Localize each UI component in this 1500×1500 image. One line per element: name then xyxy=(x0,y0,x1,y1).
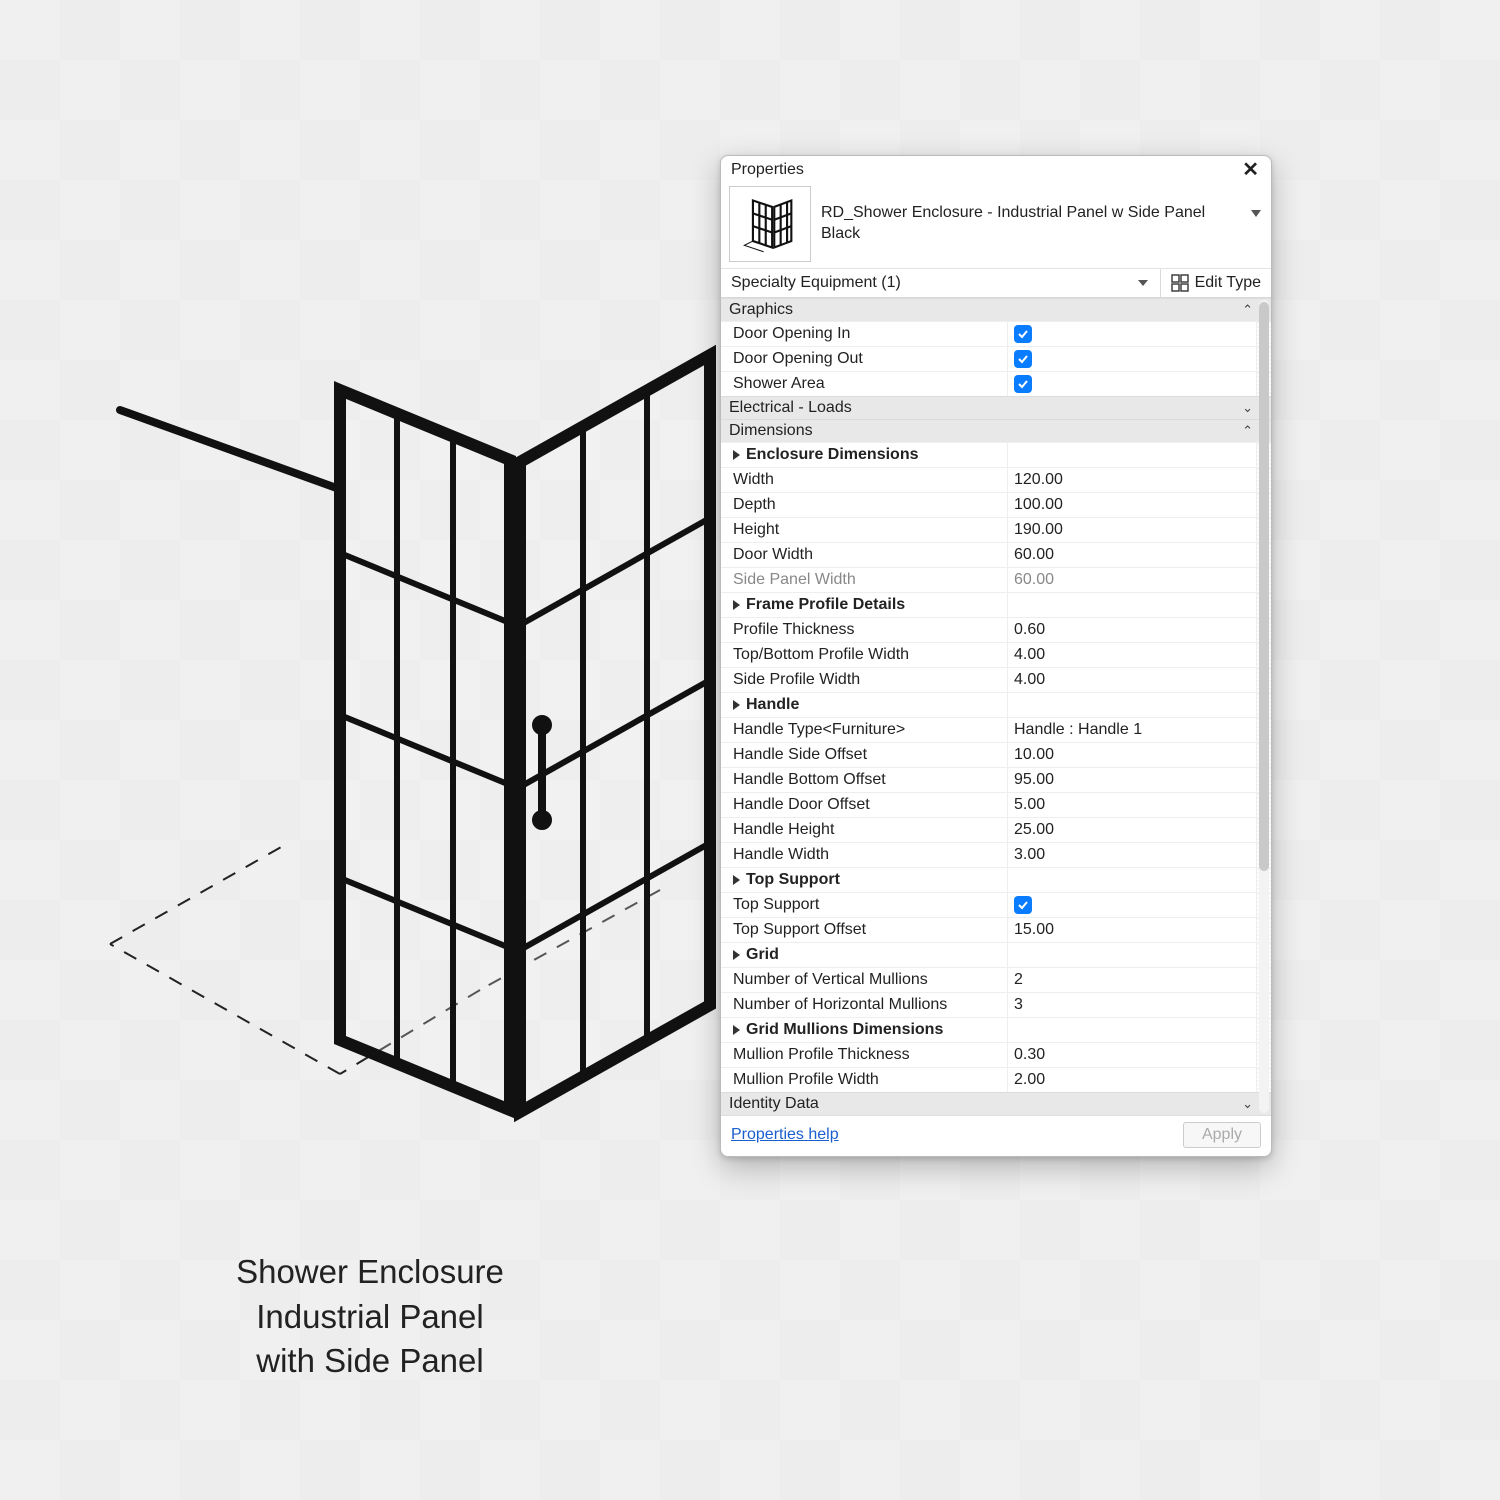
expand-tri-icon xyxy=(733,950,740,960)
checkbox-checked-icon[interactable] xyxy=(1014,375,1032,393)
row-handle-type[interactable]: Handle Type<Furniture>Handle : Handle 1 xyxy=(721,717,1271,742)
row-mullion-profile-width[interactable]: Mullion Profile Width2.00 xyxy=(721,1067,1271,1092)
properties-panel: Properties ✕ RD_Shower Enclosure - Indus… xyxy=(720,155,1272,1157)
row-grid-mullions-dims[interactable]: Grid Mullions Dimensions xyxy=(721,1017,1271,1042)
section-identity[interactable]: Identity Data ⌄ xyxy=(721,1092,1271,1115)
caption-line: with Side Panel xyxy=(160,1339,580,1384)
scrollbar-thumb[interactable] xyxy=(1259,302,1269,871)
row-handle-side-offset[interactable]: Handle Side Offset10.00 xyxy=(721,742,1271,767)
expand-icon: ⌄ xyxy=(1242,1096,1253,1112)
caption-line: Shower Enclosure xyxy=(160,1250,580,1295)
section-graphics[interactable]: Graphics ⌃ xyxy=(721,298,1271,321)
filter-text: Specialty Equipment (1) xyxy=(731,274,901,292)
row-top-support-offset[interactable]: Top Support Offset15.00 xyxy=(721,917,1271,942)
expand-tri-icon xyxy=(733,600,740,610)
panel-title: Properties xyxy=(731,161,804,179)
row-depth[interactable]: Depth100.00 xyxy=(721,492,1271,517)
type-selector[interactable]: RD_Shower Enclosure - Industrial Panel w… xyxy=(721,182,1271,269)
section-dimensions[interactable]: Dimensions ⌃ xyxy=(721,419,1271,442)
close-icon[interactable]: ✕ xyxy=(1238,160,1263,180)
checkbox-checked-icon[interactable] xyxy=(1014,350,1032,368)
expand-tri-icon xyxy=(733,875,740,885)
type-variant: Black xyxy=(821,224,1263,245)
row-handle-group[interactable]: Handle xyxy=(721,692,1271,717)
section-label: Dimensions xyxy=(729,422,813,440)
row-handle-width[interactable]: Handle Width3.00 xyxy=(721,842,1271,867)
row-num-vertical-mullions[interactable]: Number of Vertical Mullions2 xyxy=(721,967,1271,992)
row-grid-group[interactable]: Grid xyxy=(721,942,1271,967)
expand-tri-icon xyxy=(733,700,740,710)
collapse-icon: ⌃ xyxy=(1242,423,1253,439)
row-top-bottom-profile-width[interactable]: Top/Bottom Profile Width4.00 xyxy=(721,642,1271,667)
type-name: RD_Shower Enclosure - Industrial Panel w… xyxy=(821,203,1263,224)
category-filter-combo[interactable]: Specialty Equipment (1) xyxy=(721,269,1161,297)
expand-icon: ⌄ xyxy=(1242,400,1253,416)
type-label: RD_Shower Enclosure - Industrial Panel w… xyxy=(821,203,1263,245)
checkbox-checked-icon[interactable] xyxy=(1014,896,1032,914)
type-thumbnail xyxy=(729,186,811,262)
row-handle-door-offset[interactable]: Handle Door Offset5.00 xyxy=(721,792,1271,817)
row-mullion-profile-thickness[interactable]: Mullion Profile Thickness0.30 xyxy=(721,1042,1271,1067)
caption-line: Industrial Panel xyxy=(160,1295,580,1340)
chevron-down-icon xyxy=(1251,210,1261,217)
chevron-down-icon xyxy=(1138,280,1148,286)
section-label: Electrical - Loads xyxy=(729,399,852,417)
row-frame-profile-details[interactable]: Frame Profile Details xyxy=(721,592,1271,617)
properties-help-link[interactable]: Properties help xyxy=(731,1126,839,1144)
section-label: Graphics xyxy=(729,301,793,319)
row-top-support[interactable]: Top Support xyxy=(721,892,1271,917)
expand-tri-icon xyxy=(733,450,740,460)
row-width[interactable]: Width120.00 xyxy=(721,467,1271,492)
row-enclosure-dimensions[interactable]: Enclosure Dimensions xyxy=(721,442,1271,467)
row-door-opening-out[interactable]: Door Opening Out xyxy=(721,346,1271,371)
row-door-opening-in[interactable]: Door Opening In xyxy=(721,321,1271,346)
collapse-icon: ⌃ xyxy=(1242,302,1253,318)
product-caption: Shower Enclosure Industrial Panel with S… xyxy=(160,1250,580,1384)
section-electrical[interactable]: Electrical - Loads ⌄ xyxy=(721,396,1271,419)
row-num-horizontal-mullions[interactable]: Number of Horizontal Mullions3 xyxy=(721,992,1271,1017)
product-illustration xyxy=(90,330,730,1230)
row-side-panel-width[interactable]: Side Panel Width60.00 xyxy=(721,567,1271,592)
row-door-width[interactable]: Door Width60.00 xyxy=(721,542,1271,567)
scrollbar[interactable] xyxy=(1259,300,1269,1113)
row-top-support-group[interactable]: Top Support xyxy=(721,867,1271,892)
edit-type-button[interactable]: Edit Type xyxy=(1161,270,1271,296)
row-side-profile-width[interactable]: Side Profile Width4.00 xyxy=(721,667,1271,692)
checkbox-checked-icon[interactable] xyxy=(1014,325,1032,343)
row-handle-height[interactable]: Handle Height25.00 xyxy=(721,817,1271,842)
row-shower-area[interactable]: Shower Area xyxy=(721,371,1271,396)
row-handle-bottom-offset[interactable]: Handle Bottom Offset95.00 xyxy=(721,767,1271,792)
row-height[interactable]: Height190.00 xyxy=(721,517,1271,542)
properties-grid: Graphics ⌃ Door Opening In Door Opening … xyxy=(721,298,1271,1115)
apply-button[interactable]: Apply xyxy=(1183,1122,1261,1148)
section-label: Identity Data xyxy=(729,1095,819,1113)
edit-type-icon xyxy=(1171,274,1189,292)
edit-type-label: Edit Type xyxy=(1195,274,1261,292)
expand-tri-icon xyxy=(733,1025,740,1035)
row-profile-thickness[interactable]: Profile Thickness0.60 xyxy=(721,617,1271,642)
